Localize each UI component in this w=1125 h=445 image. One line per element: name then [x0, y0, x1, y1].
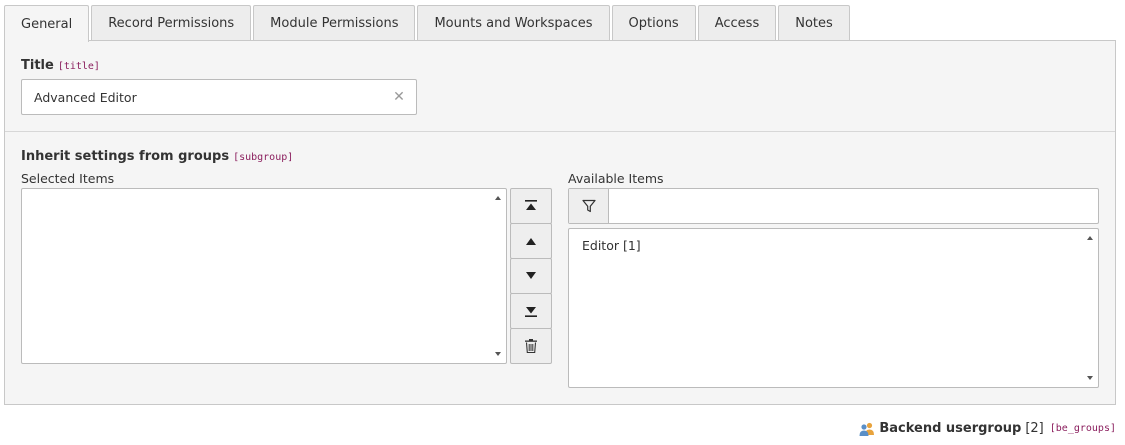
tab-notes[interactable]: Notes [778, 5, 850, 41]
delete-button[interactable] [510, 328, 552, 364]
available-items-list[interactable]: Editor [1] [568, 228, 1099, 388]
general-tab-panel: Title[title] ✕ Inherit settings from gro… [4, 40, 1116, 405]
tab-access[interactable]: Access [697, 5, 777, 41]
tab-bar: General Record Permissions Module Permis… [4, 5, 852, 42]
scroll-up-icon[interactable] [495, 196, 501, 200]
filter-wrapper [568, 188, 1099, 224]
delete-icon [525, 339, 537, 353]
filter-input[interactable] [610, 189, 1098, 223]
tab-options[interactable]: Options [611, 5, 696, 41]
move-up-icon [526, 238, 536, 245]
move-bottom-icon [525, 307, 537, 317]
tab-mounts-and-workspaces[interactable]: Mounts and Workspaces [417, 5, 610, 41]
move-top-button[interactable] [510, 188, 552, 224]
tab-general[interactable]: General [4, 5, 90, 42]
title-input-wrapper: ✕ [21, 79, 417, 115]
selected-items-list[interactable] [21, 188, 507, 364]
title-input[interactable] [22, 80, 382, 114]
title-field-label: Title [title] [21, 58, 100, 73]
scroll-up-icon[interactable] [1087, 236, 1093, 240]
move-top-icon [525, 200, 537, 210]
title-field-key: [title] [57, 61, 100, 72]
filter-icon [581, 199, 596, 213]
subgroup-field-key: [subgroup] [233, 152, 294, 163]
move-down-icon [526, 272, 536, 279]
selected-items-label: Selected Items [21, 171, 115, 186]
user-group-icon [859, 422, 875, 436]
move-up-button[interactable] [510, 223, 552, 259]
selection-controls [510, 188, 552, 364]
available-items-label: Available Items [568, 171, 664, 186]
scroll-down-icon[interactable] [495, 352, 501, 356]
tab-module-permissions[interactable]: Module Permissions [253, 5, 416, 41]
move-down-button[interactable] [510, 258, 552, 294]
title-label-text: Title [21, 58, 54, 73]
record-table-name: Backend usergroup [879, 421, 1022, 436]
tab-record-permissions[interactable]: Record Permissions [91, 5, 252, 41]
filter-button[interactable] [569, 189, 609, 223]
subgroup-label-text: Inherit settings from groups [21, 149, 230, 164]
record-count: [2] [1025, 421, 1044, 436]
move-bottom-button[interactable] [510, 293, 552, 329]
scroll-down-icon[interactable] [1087, 376, 1093, 380]
list-item[interactable]: Editor [1] [582, 238, 641, 253]
record-table-key: [be_groups] [1049, 423, 1116, 434]
close-icon[interactable]: ✕ [390, 88, 408, 106]
record-footer: Backend usergroup [2] [be_groups] [859, 421, 1116, 436]
section-divider [5, 131, 1115, 132]
subgroup-field-label: Inherit settings from groups [subgroup] [21, 149, 293, 164]
